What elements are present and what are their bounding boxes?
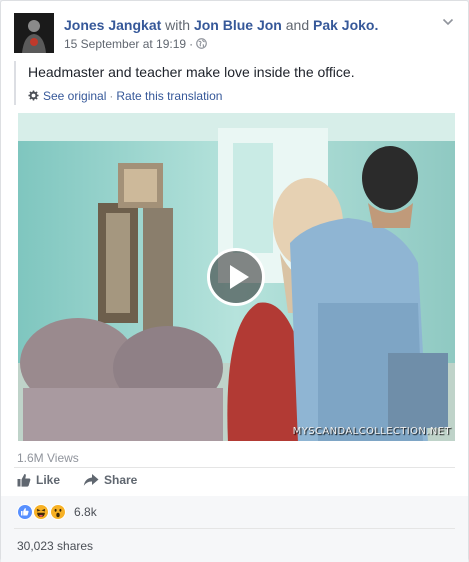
post-message: Headmaster and teacher make love inside …	[28, 64, 355, 80]
post-header: Jones Jangkat with Jon Blue Jon and Pak …	[14, 13, 456, 55]
post-meta: 15 September at 19:19 ·	[64, 37, 207, 52]
like-icon	[17, 473, 31, 487]
video-watermark: MYSCANDALCOLLECTION.NET	[292, 426, 451, 437]
tagged-user-1-link[interactable]: Jon Blue Jon	[194, 17, 282, 33]
post-body: Headmaster and teacher make love inside …	[14, 61, 456, 105]
and-text: and	[285, 17, 310, 33]
video-player[interactable]: MYSCANDALCOLLECTION.NET	[18, 113, 455, 441]
shares-count-link[interactable]: 30,023 shares	[17, 539, 93, 553]
avatar[interactable]	[14, 13, 54, 53]
wow-reaction-icon	[49, 504, 66, 520]
chevron-down-icon[interactable]	[442, 17, 454, 27]
like-label: Like	[36, 473, 61, 487]
like-reaction-icon	[17, 504, 33, 520]
see-original-link[interactable]: See original	[43, 89, 106, 103]
with-text: with	[165, 17, 191, 33]
play-button[interactable]	[207, 248, 265, 306]
tagged-user-2-link[interactable]: Pak Joko.	[313, 17, 378, 33]
timestamp-link[interactable]: 15 September at 19:19	[64, 37, 186, 51]
like-button[interactable]: Like	[17, 473, 60, 487]
play-icon	[230, 265, 249, 289]
share-label: Share	[104, 473, 138, 487]
view-count: 1.6M Views	[17, 451, 79, 465]
reaction-count: 6.8k	[74, 505, 97, 519]
post-card: Jones Jangkat with Jon Blue Jon and Pak …	[0, 0, 469, 562]
globe-icon[interactable]	[196, 38, 207, 49]
reactions-link[interactable]: 6.8k	[17, 504, 97, 522]
divider	[14, 467, 455, 468]
share-icon	[83, 474, 99, 486]
reactions-summary: 6.8k 30,023 shares	[1, 496, 468, 562]
share-button[interactable]: Share	[83, 473, 137, 487]
haha-reaction-icon	[33, 504, 50, 520]
translation-separator: ·	[109, 89, 114, 103]
meta-dot: ·	[189, 37, 194, 51]
divider	[14, 528, 455, 529]
translation-bar: See original · Rate this translation	[28, 89, 456, 104]
rate-translation-link[interactable]: Rate this translation	[116, 89, 222, 103]
gear-icon	[28, 90, 39, 101]
byline: Jones Jangkat with Jon Blue Jon and Pak …	[64, 17, 378, 34]
author-link[interactable]: Jones Jangkat	[64, 17, 161, 33]
